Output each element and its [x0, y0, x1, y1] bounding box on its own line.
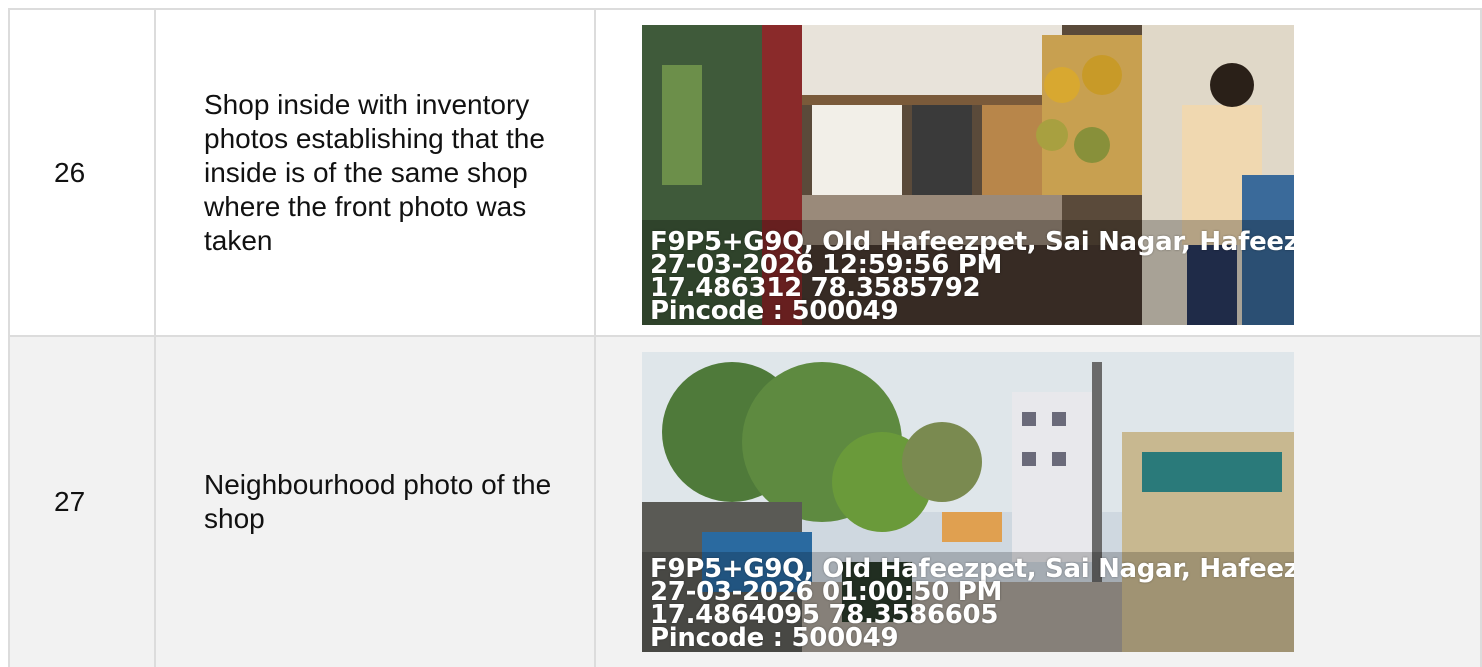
photo-cell: F9P5+G9Q, Old Hafeezpet, Sai Nagar, Hafe… — [596, 10, 1482, 335]
stamp-pincode: Pincode : 500049 — [650, 623, 899, 652]
evidence-table: 26 Shop inside with inventory photos est… — [8, 8, 1482, 667]
photo-geotag-stamp: F9P5+G9Q, Old Hafeezpet, Sai Nagar, Hafe… — [650, 556, 1294, 652]
table-row: 26 Shop inside with inventory photos est… — [10, 10, 1482, 337]
row-number: 26 — [10, 10, 156, 335]
row-description: Shop inside with inventory photos establ… — [156, 10, 596, 335]
row-description: Neighbourhood photo of the shop — [156, 337, 596, 667]
photo-geotag-stamp: F9P5+G9Q, Old Hafeezpet, Sai Nagar, Hafe… — [650, 229, 1294, 325]
stamp-pincode: Pincode : 500049 — [650, 296, 899, 325]
neighbourhood-photo[interactable]: F9P5+G9Q, Old Hafeezpet, Sai Nagar, Hafe… — [642, 352, 1294, 652]
row-number: 27 — [10, 337, 156, 667]
table-row: 27 Neighbourhood photo of the shop F9P5+… — [10, 337, 1482, 667]
shop-inside-photo[interactable]: F9P5+G9Q, Old Hafeezpet, Sai Nagar, Hafe… — [642, 25, 1294, 325]
photo-cell: F9P5+G9Q, Old Hafeezpet, Sai Nagar, Hafe… — [596, 337, 1482, 667]
